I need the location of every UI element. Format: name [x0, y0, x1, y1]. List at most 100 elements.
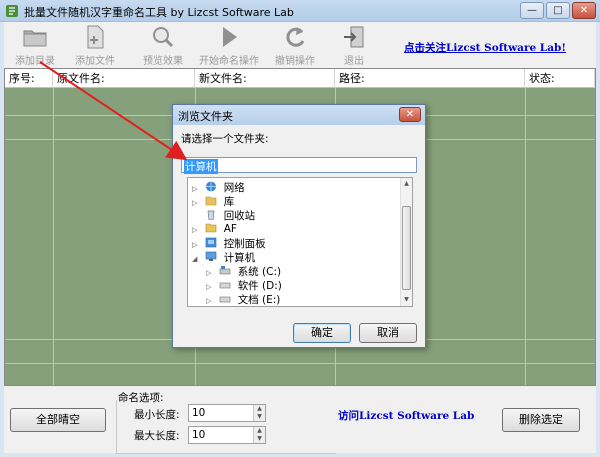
max-length-value: 10 [192, 429, 206, 441]
close-button[interactable]: ✕ [572, 2, 596, 19]
exit-label: 退出 [344, 56, 364, 67]
min-length-label: 最小长度: [134, 409, 180, 421]
min-length-stepper[interactable]: 10 ▲ ▼ [188, 404, 266, 422]
undo-label: 撤销操作 [275, 56, 315, 67]
tree-node-label: 文档 (E:) [237, 294, 281, 306]
folder-icon [23, 30, 47, 47]
add-file-label: 添加文件 [75, 56, 115, 67]
tree-node-drive-e[interactable]: ▷ 文档 (E:) [206, 292, 280, 306]
tree-node-label: 控制面板 [223, 238, 266, 250]
tree-node-label: 软件 (D:) [237, 280, 282, 292]
drive-icon [220, 296, 231, 303]
spin-up-icon[interactable]: ▲ [254, 405, 265, 413]
play-icon [223, 27, 237, 47]
scroll-thumb[interactable] [402, 206, 411, 290]
tree-scrollbar[interactable]: ▲ ▼ [400, 178, 412, 306]
app-icon [6, 5, 18, 17]
column-header-status[interactable]: 状态: [525, 69, 595, 88]
dialog-prompt: 请选择一个文件夹: [181, 133, 269, 145]
add-directory-button[interactable]: 添加目录 [8, 24, 62, 67]
collapse-arrow-icon[interactable]: ◢ [192, 255, 202, 263]
scroll-up-icon[interactable]: ▲ [401, 178, 412, 190]
control-panel-icon [206, 237, 217, 248]
tree-node-library[interactable]: ▷ 库 [192, 194, 234, 208]
folder-tree[interactable]: ▷ 网络 ▷ 库 回收站 ▷ AF ▷ 控制面板 ◢ 计算机 ▷ 系统 (C:)… [187, 177, 413, 307]
preview-button[interactable]: 预览效果 [136, 24, 190, 67]
expand-arrow-icon[interactable]: ▷ [192, 199, 202, 207]
network-icon [206, 181, 217, 192]
window-title: 批量文件随机汉字重命名工具 by Lizcst Software Lab [24, 6, 294, 19]
expand-arrow-icon[interactable]: ▷ [192, 185, 202, 193]
library-icon [206, 196, 217, 206]
expand-arrow-icon[interactable]: ▷ [206, 269, 216, 277]
column-header-index[interactable]: 序号: [5, 69, 53, 88]
toolbar: 添加目录 添加文件 预览效果 开始命名操作 撤销操作 退出 点击关注Lizcst… [4, 22, 596, 68]
preview-label: 预览效果 [143, 56, 183, 67]
tree-node-label: AF [223, 223, 237, 235]
tree-node-drive-d[interactable]: ▷ 软件 (D:) [206, 278, 282, 292]
scroll-down-icon[interactable]: ▼ [401, 294, 412, 306]
naming-options-title: 命名选项: [118, 392, 164, 404]
max-length-stepper[interactable]: 10 ▲ ▼ [188, 426, 266, 444]
tree-node-label: 回收站 [223, 210, 256, 222]
dialog-titlebar[interactable]: 浏览文件夹 ✕ [173, 105, 425, 125]
undo-icon [286, 27, 305, 47]
spin-up-icon[interactable]: ▲ [254, 427, 265, 435]
tree-node-drive-c[interactable]: ▷ 系统 (C:) [206, 264, 281, 278]
min-length-value: 10 [192, 407, 206, 419]
min-length-spin-arrows[interactable]: ▲ ▼ [253, 405, 265, 421]
add-directory-label: 添加目录 [15, 56, 55, 67]
system-drive-icon [220, 266, 231, 275]
tree-node-computer[interactable]: ◢ 计算机 [192, 250, 255, 264]
minimize-button[interactable]: — [520, 2, 544, 19]
computer-icon [206, 251, 217, 261]
magnifier-icon [153, 27, 174, 48]
expand-arrow-icon[interactable]: ▷ [206, 283, 216, 291]
add-file-button[interactable]: 添加文件 [68, 24, 122, 67]
column-header-path[interactable]: 路径: [335, 69, 525, 88]
drive-icon [220, 282, 231, 289]
expand-arrow-icon[interactable]: ▷ [206, 297, 216, 305]
grid-line [5, 363, 595, 364]
ok-button[interactable]: 确定 [293, 323, 351, 343]
grid-line [53, 88, 54, 385]
bottom-panel: 全部晴空 命名选项: 最小长度: 10 ▲ ▼ 最大长度: 10 ▲ ▼ 访问L… [4, 386, 596, 454]
recycle-bin-icon [207, 210, 215, 220]
clear-all-button[interactable]: 全部晴空 [10, 408, 106, 432]
max-length-label: 最大长度: [134, 430, 180, 442]
column-header-original-name[interactable]: 原文件名: [53, 69, 195, 88]
tree-node-label: 系统 (C:) [237, 266, 282, 278]
undo-button[interactable]: 撤销操作 [268, 24, 322, 67]
tree-node-control-panel[interactable]: ▷ 控制面板 [192, 236, 266, 250]
expand-arrow-icon[interactable]: ▷ [192, 241, 202, 249]
cancel-button[interactable]: 取消 [359, 323, 417, 343]
tree-node-label: 库 [223, 196, 235, 208]
spin-down-icon[interactable]: ▼ [254, 413, 265, 421]
grid-line [525, 88, 526, 385]
window-titlebar[interactable]: 批量文件随机汉字重命名工具 by Lizcst Software Lab — □… [0, 0, 600, 22]
dialog-close-button[interactable]: ✕ [399, 107, 421, 122]
list-header: 序号: 原文件名: 新文件名: 路径: 状态: [5, 69, 595, 88]
file-add-icon [87, 25, 104, 49]
follow-link[interactable]: 点击关注Lizcst Software Lab! [404, 40, 566, 55]
tree-node-label: 网络 [223, 182, 245, 194]
dialog-title: 浏览文件夹 [178, 110, 233, 123]
start-rename-button[interactable]: 开始命名操作 [194, 24, 264, 67]
visit-website-link[interactable]: 访问Lizcst Software Lab [338, 408, 474, 423]
spin-down-icon[interactable]: ▼ [254, 435, 265, 443]
maximize-button[interactable]: □ [546, 2, 570, 19]
tree-node-network[interactable]: ▷ 网络 [192, 180, 245, 194]
exit-door-icon [344, 26, 364, 48]
column-header-new-name[interactable]: 新文件名: [195, 69, 335, 88]
user-folder-icon [206, 223, 217, 233]
tree-node-af[interactable]: ▷ AF [192, 222, 237, 236]
dialog-body: 请选择一个文件夹: 计算机 ▷ 网络 ▷ 库 回收站 ▷ AF ▷ 控制面板 ◢… [173, 125, 425, 347]
tree-node-recycle-bin[interactable]: 回收站 [192, 208, 255, 222]
max-length-spin-arrows[interactable]: ▲ ▼ [253, 427, 265, 443]
delete-selected-button[interactable]: 删除选定 [502, 408, 580, 432]
exit-button[interactable]: 退出 [334, 24, 374, 67]
folder-path-field[interactable]: 计算机 [181, 157, 417, 174]
folder-path-value: 计算机 [184, 159, 218, 174]
browse-folder-dialog: 浏览文件夹 ✕ 请选择一个文件夹: 计算机 ▷ 网络 ▷ 库 回收站 ▷ AF … [172, 104, 426, 348]
expand-arrow-icon[interactable]: ▷ [192, 226, 202, 234]
